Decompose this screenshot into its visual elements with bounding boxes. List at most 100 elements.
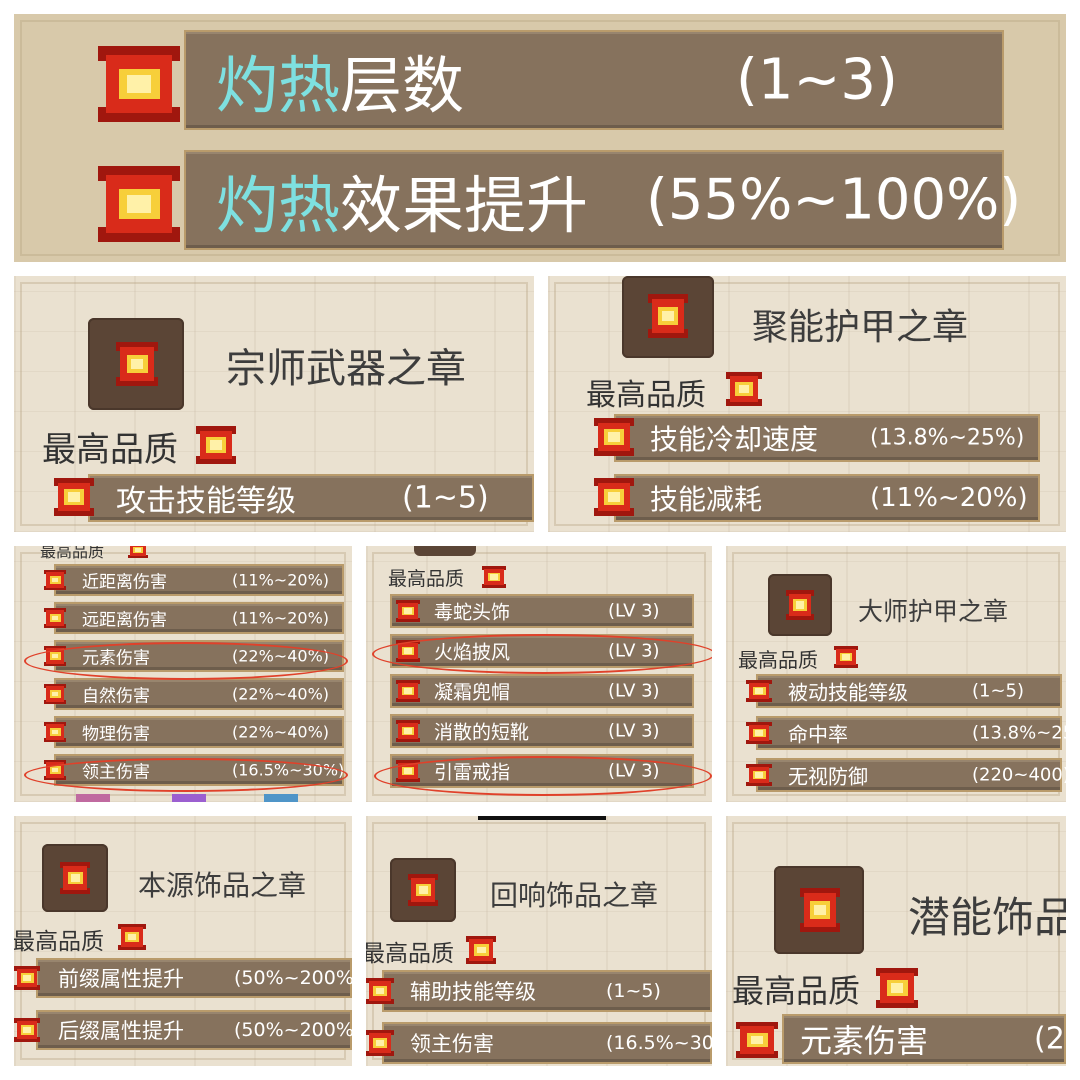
panel-damage-stats: 最高品质 近距离伤害 (11%~20%) 远距离伤害 (11%~20%) 元素伤害 (22… xyxy=(14,546,352,802)
stat-row: 消散的短靴 (LV 3) xyxy=(390,714,694,748)
scroll-icon xyxy=(98,166,180,242)
stat-range: (LV 3) xyxy=(608,600,660,622)
stat-name: 技能冷却速度 xyxy=(650,423,819,456)
stat-name: 领主伤害 xyxy=(82,762,150,783)
panel-weapon-chapter: 宗师武器之章 最高品质 攻击技能等级 (1~5) xyxy=(14,276,534,532)
stat-row: 自然伤害 (22%~40%) xyxy=(54,678,344,710)
stat-range: (11%~20%) xyxy=(232,608,330,628)
scroll-icon xyxy=(746,722,772,744)
panel-burn-stats: 灼热层数 (1~3) 灼热效果提升 (55%~100%) xyxy=(14,14,1066,262)
stat-range: (1~3) xyxy=(736,47,898,113)
stat-row: 近距离伤害 (11%~20%) xyxy=(54,564,344,596)
stat-range: (LV 3) xyxy=(608,680,660,702)
scroll-icon xyxy=(366,978,394,1004)
stat-row: 辅助技能等级 (1~5) xyxy=(382,970,712,1012)
scroll-icon xyxy=(736,1022,778,1058)
max-quality-label: 最高品质 xyxy=(366,941,454,967)
stat-range: (1~5) xyxy=(606,980,661,1002)
stat-name: 毒蛇头饰 xyxy=(434,601,511,624)
chapter-icon-box xyxy=(88,318,184,410)
scroll-icon xyxy=(594,478,634,516)
stat-row: 领主伤害 (16.5%~30%) xyxy=(54,754,344,786)
stat-range: (50%~200% xyxy=(234,967,352,989)
stat-range: (50%~200% xyxy=(234,1019,352,1041)
scroll-icon xyxy=(396,680,420,702)
scroll-icon xyxy=(366,1030,394,1056)
scroll-icon xyxy=(54,478,94,516)
stat-name: 物理伤害 xyxy=(82,724,150,745)
stat-range: (16.5%~30%) xyxy=(232,760,345,780)
quality-scroll-icon xyxy=(834,646,858,668)
scroll-icon xyxy=(44,646,66,666)
chapter-icon-box xyxy=(622,276,714,358)
scroll-icon xyxy=(396,760,420,782)
chapter-title: 回响饰品之章 xyxy=(490,879,659,912)
stat-range: (16.5%~30% xyxy=(606,1032,712,1054)
stat-row: 灼热层数 (1~3) xyxy=(184,30,1004,130)
stat-name: 元素伤害 xyxy=(82,648,150,669)
scroll-icon xyxy=(60,862,90,894)
stat-name: 攻击技能等级 xyxy=(116,484,296,519)
chapter-title: 聚能护甲之章 xyxy=(752,307,969,348)
scroll-icon xyxy=(98,46,180,122)
quality-scroll-icon xyxy=(726,372,762,406)
stat-name: 自然伤害 xyxy=(82,686,150,707)
panel-accessory-chapter-potential: 潜能饰品 最高品质 元素伤害 (2 xyxy=(726,816,1066,1066)
max-quality-label: 最高品质 xyxy=(42,430,178,470)
scroll-icon xyxy=(594,418,634,456)
stat-name: 近距离伤害 xyxy=(82,572,167,593)
stat-range: (LV 3) xyxy=(608,760,660,782)
panel-accessory-chapter-echo: 回响饰品之章 最高品质 辅助技能等级 (1~5) 领主伤害 (16.5%~30% xyxy=(366,816,712,1066)
stat-range: (LV 3) xyxy=(608,640,660,662)
stat-name: 领主伤害 xyxy=(410,1032,494,1056)
scroll-icon xyxy=(396,720,420,742)
stat-name: 前缀属性提升 xyxy=(58,967,184,991)
stat-name: 被动技能等级 xyxy=(788,680,908,705)
icon-box-partial xyxy=(414,546,476,556)
stat-name: 辅助技能等级 xyxy=(410,980,536,1004)
quality-scroll-icon xyxy=(118,924,146,950)
stat-range: (22%~40%) xyxy=(232,646,330,666)
scroll-icon xyxy=(786,590,814,620)
scroll-icon xyxy=(800,888,840,932)
panel-top-bar xyxy=(478,816,606,820)
scroll-icon xyxy=(14,1018,40,1042)
quality-scroll-icon xyxy=(876,968,918,1008)
stat-name: 层数 xyxy=(340,49,465,122)
scroll-icon xyxy=(396,600,420,622)
stat-name: 火焰披风 xyxy=(434,641,511,664)
stat-row: 远距离伤害 (11%~20%) xyxy=(54,602,344,634)
stat-name: 引雷戒指 xyxy=(434,761,511,784)
max-quality-label: 最高品质 xyxy=(40,546,105,561)
scroll-icon xyxy=(746,764,772,786)
stat-range: (220~400) xyxy=(972,764,1066,786)
scroll-icon xyxy=(44,608,66,628)
burn-keyword: 灼热 xyxy=(216,49,341,122)
max-quality-label: 最高品质 xyxy=(586,378,706,413)
stat-name: 消散的短靴 xyxy=(434,721,530,744)
scroll-icon xyxy=(44,760,66,780)
max-quality-label: 最高品质 xyxy=(388,568,465,590)
panel-armor-chapter-master: 大师护甲之章 最高品质 被动技能等级 (1~5) 命中率 (13.8%~25%) 无视防… xyxy=(726,546,1066,802)
panel-gear-levels: 最高品质 毒蛇头饰 (LV 3) 火焰披风 (LV 3) 凝霜兜帽 (LV 3) 消散的短靴… xyxy=(366,546,712,802)
max-quality-label: 最高品质 xyxy=(14,929,104,955)
scroll-icon xyxy=(396,640,420,662)
stat-row: 命中率 (13.8%~25%) xyxy=(756,716,1066,750)
panel-armor-chapter-energy: 聚能护甲之章 最高品质 技能冷却速度 (13.8%~25%) 技能减耗 (11%… xyxy=(548,276,1066,532)
stat-row: 前缀属性提升 (50%~200% xyxy=(36,958,352,998)
stat-row: 火焰披风 (LV 3) xyxy=(390,634,694,668)
chapter-icon-box xyxy=(390,858,456,922)
stat-row: 物理伤害 (22%~40%) xyxy=(54,716,344,748)
stat-row: 领主伤害 (16.5%~30% xyxy=(382,1022,712,1064)
stat-name: 凝霜兜帽 xyxy=(434,681,511,704)
stat-range: (1~5) xyxy=(972,680,1025,702)
chapter-title: 本源饰品之章 xyxy=(138,869,307,902)
burn-keyword: 灼热 xyxy=(216,169,341,242)
partial-item-icons xyxy=(64,794,304,802)
chapter-title: 宗师武器之章 xyxy=(226,346,466,392)
stat-name: 元素伤害 xyxy=(800,1022,929,1060)
max-quality-label: 最高品质 xyxy=(732,972,861,1010)
scroll-icon xyxy=(116,342,158,386)
stat-name: 效果提升 xyxy=(340,169,589,242)
stat-row: 灼热效果提升 (55%~100%) xyxy=(184,150,1021,250)
